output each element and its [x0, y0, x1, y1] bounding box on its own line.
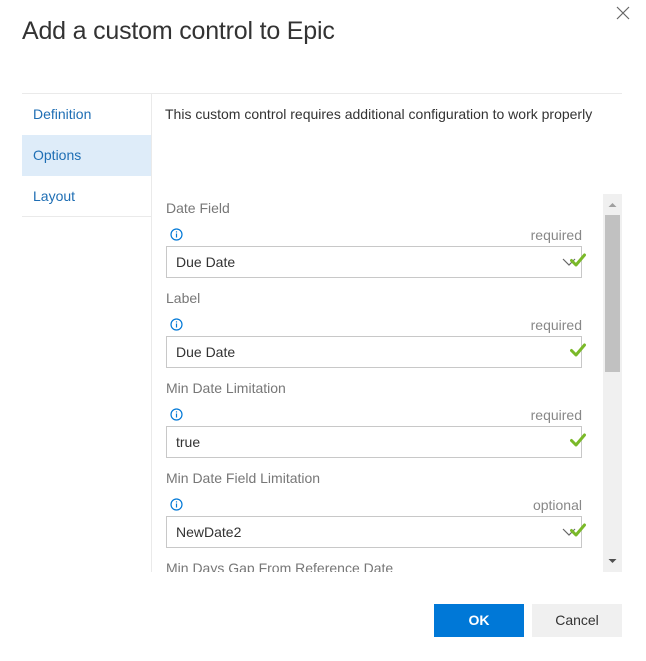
nav-item-layout[interactable]: Layout — [22, 176, 152, 217]
field-min-date-field-limitation: Min Date Field Limitation optional NewDa… — [166, 468, 582, 548]
dialog-title: Add a custom control to Epic — [22, 17, 335, 45]
field-label: Min Days Gap From Reference Date — [166, 560, 394, 572]
nav-item-options[interactable]: Options — [22, 135, 152, 176]
field-label: Min Date Field Limitation — [166, 470, 321, 486]
dropdown-value: NewDate2 — [176, 524, 242, 540]
min-date-field-limitation-dropdown[interactable]: NewDate2 — [166, 516, 582, 548]
info-icon[interactable] — [170, 228, 183, 241]
requirement-label: required — [530, 407, 582, 423]
scroll-up-arrow-icon[interactable] — [603, 198, 622, 210]
cancel-button[interactable]: Cancel — [532, 604, 622, 637]
requirement-label: optional — [532, 497, 582, 513]
scroll-down-arrow-icon[interactable] — [603, 554, 622, 566]
configuration-notice: This custom control requires additional … — [165, 106, 593, 122]
input-value: true — [176, 434, 201, 450]
requirement-label: required — [530, 227, 582, 243]
side-nav: Definition Options Layout — [22, 94, 152, 217]
nav-item-definition[interactable]: Definition — [22, 94, 152, 135]
date-field-dropdown[interactable]: Due Date — [166, 246, 582, 278]
info-icon[interactable] — [170, 498, 183, 511]
nav-divider — [22, 216, 151, 217]
field-min-date-limitation: Min Date Limitation required true — [166, 378, 582, 458]
add-custom-control-dialog: Add a custom control to Epic Definition … — [0, 0, 646, 661]
field-min-days-gap: Min Days Gap From Reference Date — [166, 558, 582, 572]
close-icon — [614, 4, 632, 22]
info-icon[interactable] — [170, 408, 183, 421]
field-label-text: Label required Due Date — [166, 288, 582, 368]
label-input[interactable]: Due Date — [166, 336, 582, 368]
close-button[interactable] — [614, 4, 632, 22]
field-label: Label — [166, 290, 201, 306]
vertical-scrollbar[interactable] — [603, 194, 622, 572]
valid-check-icon — [570, 343, 586, 357]
info-icon[interactable] — [170, 318, 183, 331]
ok-button[interactable]: OK — [434, 604, 524, 637]
field-label: Date Field — [166, 200, 230, 216]
valid-check-icon — [570, 253, 586, 267]
scrollbar-thumb[interactable] — [605, 215, 620, 372]
dropdown-value: Due Date — [176, 254, 236, 270]
options-scroll-area: Date Field required Due Date Label requi… — [152, 194, 622, 572]
valid-check-icon — [570, 433, 586, 447]
valid-check-icon — [570, 523, 586, 537]
requirement-label: required — [530, 317, 582, 333]
field-date-field: Date Field required Due Date — [166, 198, 582, 278]
input-value: Due Date — [176, 344, 236, 360]
field-label: Min Date Limitation — [166, 380, 286, 396]
min-date-limitation-input[interactable]: true — [166, 426, 582, 458]
